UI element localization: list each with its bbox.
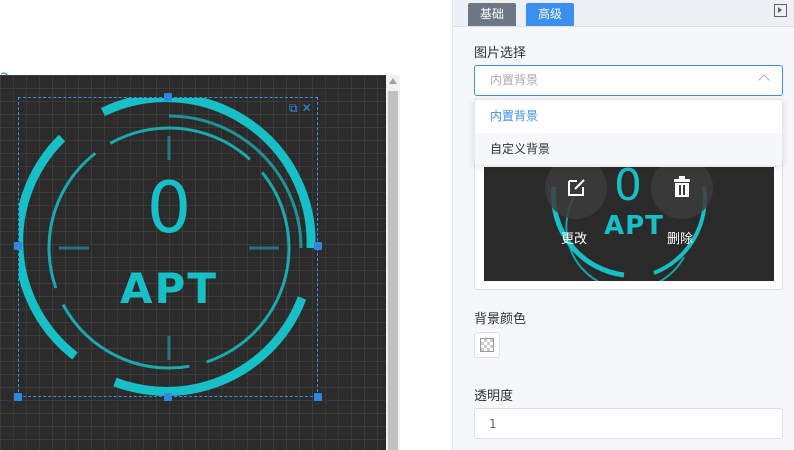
scroll-up-icon[interactable] <box>389 78 397 84</box>
resize-handle-right[interactable] <box>314 242 322 250</box>
canvas-scrollbar[interactable] <box>386 75 400 450</box>
tab-basic[interactable]: 基础 <box>468 3 517 26</box>
option-custom-background[interactable]: 自定义背景 <box>475 133 782 165</box>
resize-handle-bottom-left[interactable] <box>14 393 22 401</box>
delete-image-label: 删除 <box>667 232 694 247</box>
gauge-unit: APT <box>120 264 218 313</box>
close-icon[interactable]: ✕ <box>302 102 312 114</box>
widget-toolbar: ⧉ ✕ <box>289 102 312 114</box>
trash-icon <box>674 176 690 197</box>
opacity-input[interactable] <box>475 409 769 438</box>
opacity-label: 透明度 <box>474 389 514 404</box>
delete-image-button[interactable] <box>651 167 713 219</box>
panel-tabbar: 基础 高级 <box>453 0 794 27</box>
image-preview: 0 APT 更改 删除 <box>474 160 783 290</box>
edit-icon <box>568 179 585 196</box>
opacity-field-wrapper <box>474 408 783 439</box>
preview-image: 0 APT 更改 删除 <box>484 167 774 281</box>
image-select-dropdown: 内置背景 自定义背景 <box>474 99 783 165</box>
resize-handle-left[interactable] <box>14 242 22 250</box>
transparent-swatch-icon <box>480 338 494 352</box>
resize-handle-top[interactable] <box>164 93 172 101</box>
duplicate-icon[interactable]: ⧉ <box>289 102 298 114</box>
image-select-label: 图片选择 <box>474 46 527 61</box>
bg-color-picker[interactable] <box>474 332 500 358</box>
image-select-value: 内置背景 <box>490 73 539 87</box>
option-builtin-background[interactable]: 内置背景 <box>475 100 782 132</box>
tab-advanced[interactable]: 高级 <box>526 3 575 26</box>
gauge-value: 0 <box>146 167 192 249</box>
bg-color-label: 背景颜色 <box>474 312 527 327</box>
gauge-widget[interactable]: 0 APT <box>18 97 318 397</box>
resize-handle-bottom-right[interactable] <box>314 393 322 401</box>
image-select[interactable]: 内置背景 <box>474 65 783 96</box>
edit-image-label: 更改 <box>561 232 588 247</box>
edit-image-button[interactable] <box>545 167 607 219</box>
resize-handle-bottom[interactable] <box>164 393 172 401</box>
collapse-panel-icon[interactable] <box>774 4 787 17</box>
chevron-up-icon <box>758 74 770 86</box>
properties-panel: 基础 高级 图片选择 内置背景 0 APT 更改 删除 内置背景 自定义背景 背… <box>452 0 794 450</box>
preview-value: 0 <box>614 167 642 211</box>
scrollbar-thumb[interactable] <box>388 91 398 450</box>
